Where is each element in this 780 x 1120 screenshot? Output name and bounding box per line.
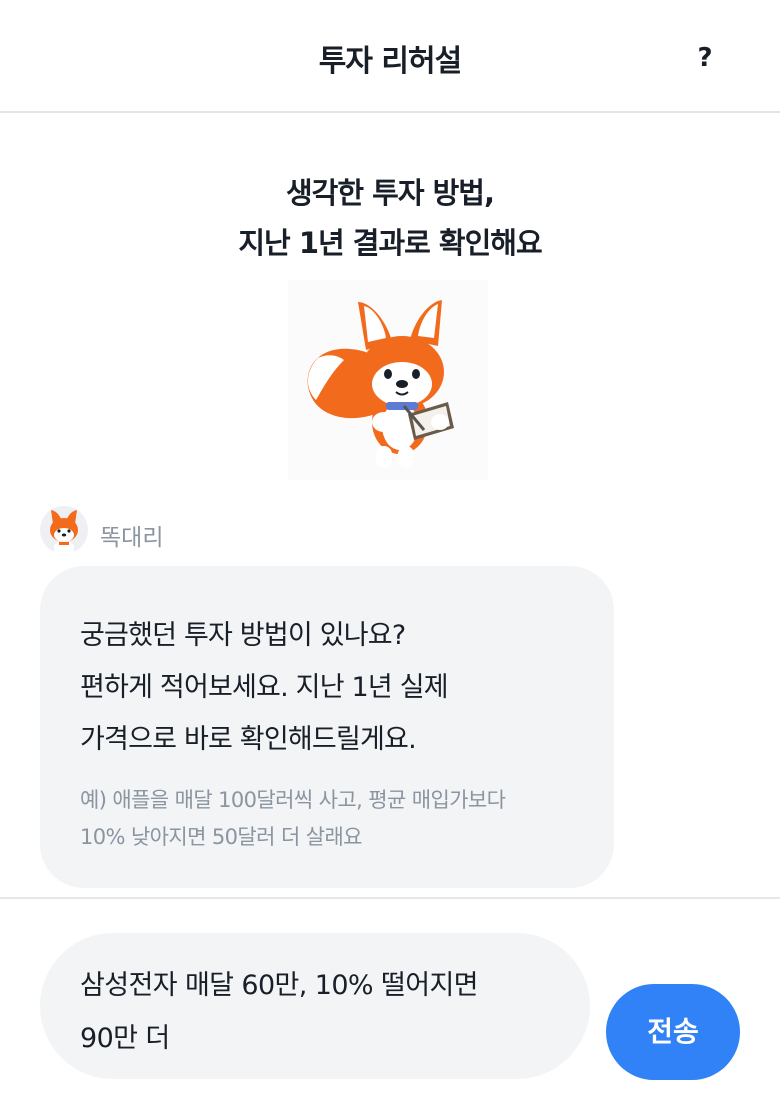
example-line: 10% 낮아지면 50달러 더 살래요 (80, 825, 363, 849)
app-header: 투자 리허설 ? (0, 0, 780, 113)
message-line: 궁금했던 투자 방법이 있나요? (80, 620, 406, 651)
composer-divider (0, 897, 780, 899)
headline-line-1: 생각한 투자 방법, (286, 176, 495, 210)
input-line: 90만 더 (80, 1023, 170, 1054)
send-button[interactable]: 전송 (606, 984, 740, 1080)
hero-headline: 생각한 투자 방법, 지난 1년 결과로 확인해요 (0, 168, 780, 268)
page-title: 투자 리허설 (318, 44, 462, 79)
message-example: 예) 애플을 매달 100달러씩 사고, 평균 매입가보다 10% 낮아지면 5… (80, 782, 574, 856)
bot-message-bubble: 궁금했던 투자 방법이 있나요? 편하게 적어보세요. 지난 1년 실제 가격으… (40, 566, 614, 888)
message-line: 편하게 적어보세요. 지난 1년 실제 (80, 672, 449, 703)
headline-line-2: 지난 1년 결과로 확인해요 (238, 226, 542, 260)
message-line: 가격으로 바로 확인해드릴게요. (80, 724, 417, 755)
bot-name: 똑대리 (100, 525, 164, 551)
fox-avatar-icon (40, 506, 88, 554)
message-input[interactable]: 삼성전자 매달 60만, 10% 떨어지면 90만 더 (40, 933, 590, 1079)
fox-mascot-icon (288, 280, 488, 480)
help-button[interactable]: ? (688, 38, 722, 78)
input-line: 삼성전자 매달 60만, 10% 떨어지면 (80, 970, 479, 1001)
example-line: 예) 애플을 매달 100달러씩 사고, 평균 매입가보다 (80, 788, 506, 812)
